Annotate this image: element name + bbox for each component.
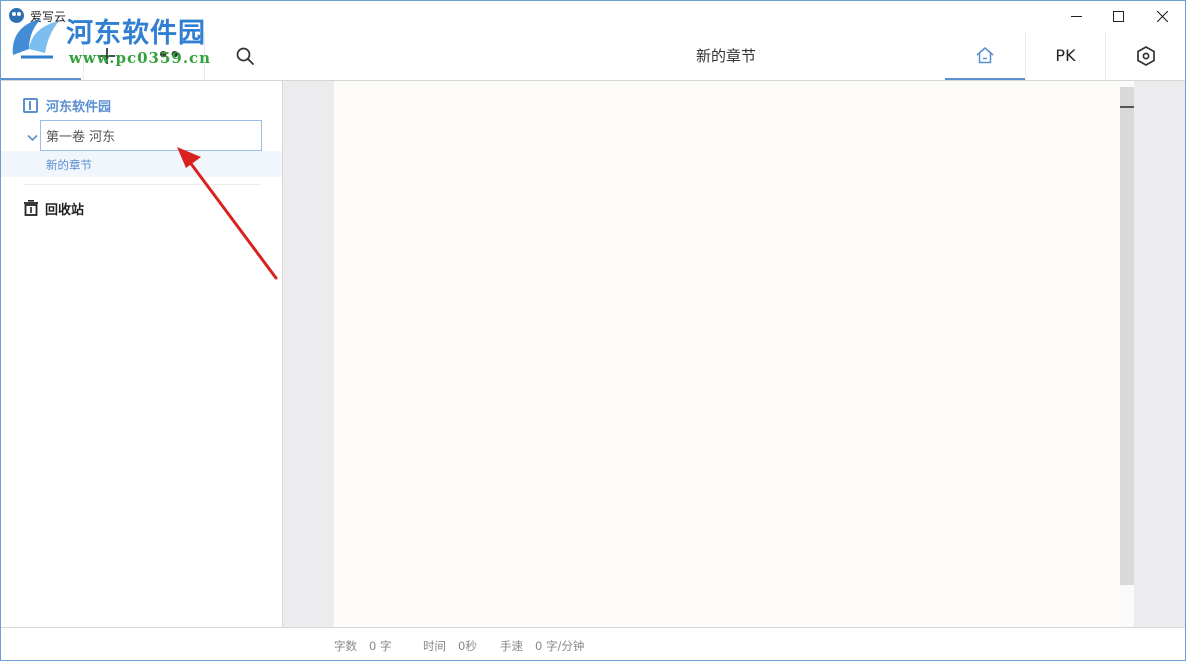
close-button[interactable] <box>1139 1 1185 31</box>
settings-hex-icon <box>1136 45 1155 66</box>
close-icon <box>1156 10 1168 22</box>
watermark-title: 河东软件园 <box>66 18 206 49</box>
book-name: 河东软件园 <box>46 99 112 115</box>
time-label: 时间 <box>423 639 446 653</box>
settings-button[interactable] <box>1105 31 1185 80</box>
trash-icon <box>24 200 38 216</box>
watermark-logo <box>12 19 59 59</box>
minimize-button[interactable] <box>1053 1 1099 31</box>
chapter-item-label: 新的章节 <box>46 158 92 172</box>
word-count-label: 字数 <box>334 639 357 653</box>
home-button[interactable] <box>945 31 1025 80</box>
minimize-icon <box>1070 15 1082 17</box>
search-button[interactable] <box>204 31 284 80</box>
tab-underline <box>1 78 81 80</box>
search-icon <box>236 47 254 65</box>
trash-label: 回收站 <box>45 202 85 218</box>
editor-text-area[interactable] <box>334 81 1120 627</box>
scrollbar-thumb[interactable] <box>1120 87 1134 585</box>
speed-stat: 手速 0 字/分钟 <box>500 638 584 654</box>
word-count-stat: 字数 0 字 <box>334 638 391 654</box>
chapter-title: 新的章节 <box>695 47 756 65</box>
time-stat: 时间 0秒 <box>423 638 477 654</box>
pk-button[interactable]: PK <box>1025 31 1105 80</box>
time-value: 0秒 <box>458 639 477 653</box>
chevron-down-icon <box>27 134 38 142</box>
speed-label: 手速 <box>500 639 523 653</box>
recycle-bin-item[interactable]: 回收站 <box>23 199 85 218</box>
book-item[interactable]: 河东软件园 <box>23 96 112 115</box>
word-count-value: 0 字 <box>369 639 392 653</box>
book-icon <box>23 97 38 113</box>
home-icon <box>976 46 994 63</box>
watermark-url: www.pc0359.cn <box>69 49 212 67</box>
app-window: 爱写云 •• 新的章节 PK 河东软件园 第一卷 河东 新的章节 回收站 字数 … <box>0 0 1186 661</box>
speed-value: 0 字/分钟 <box>535 639 585 653</box>
status-bar: 字数 0 字 时间 0秒 手速 0 字/分钟 <box>1 627 1185 660</box>
maximize-icon <box>1112 10 1124 22</box>
scroll-marker <box>1120 106 1134 108</box>
annotation-arrow <box>177 147 278 280</box>
maximize-button[interactable] <box>1095 1 1141 31</box>
volume-toggle[interactable] <box>27 127 38 146</box>
